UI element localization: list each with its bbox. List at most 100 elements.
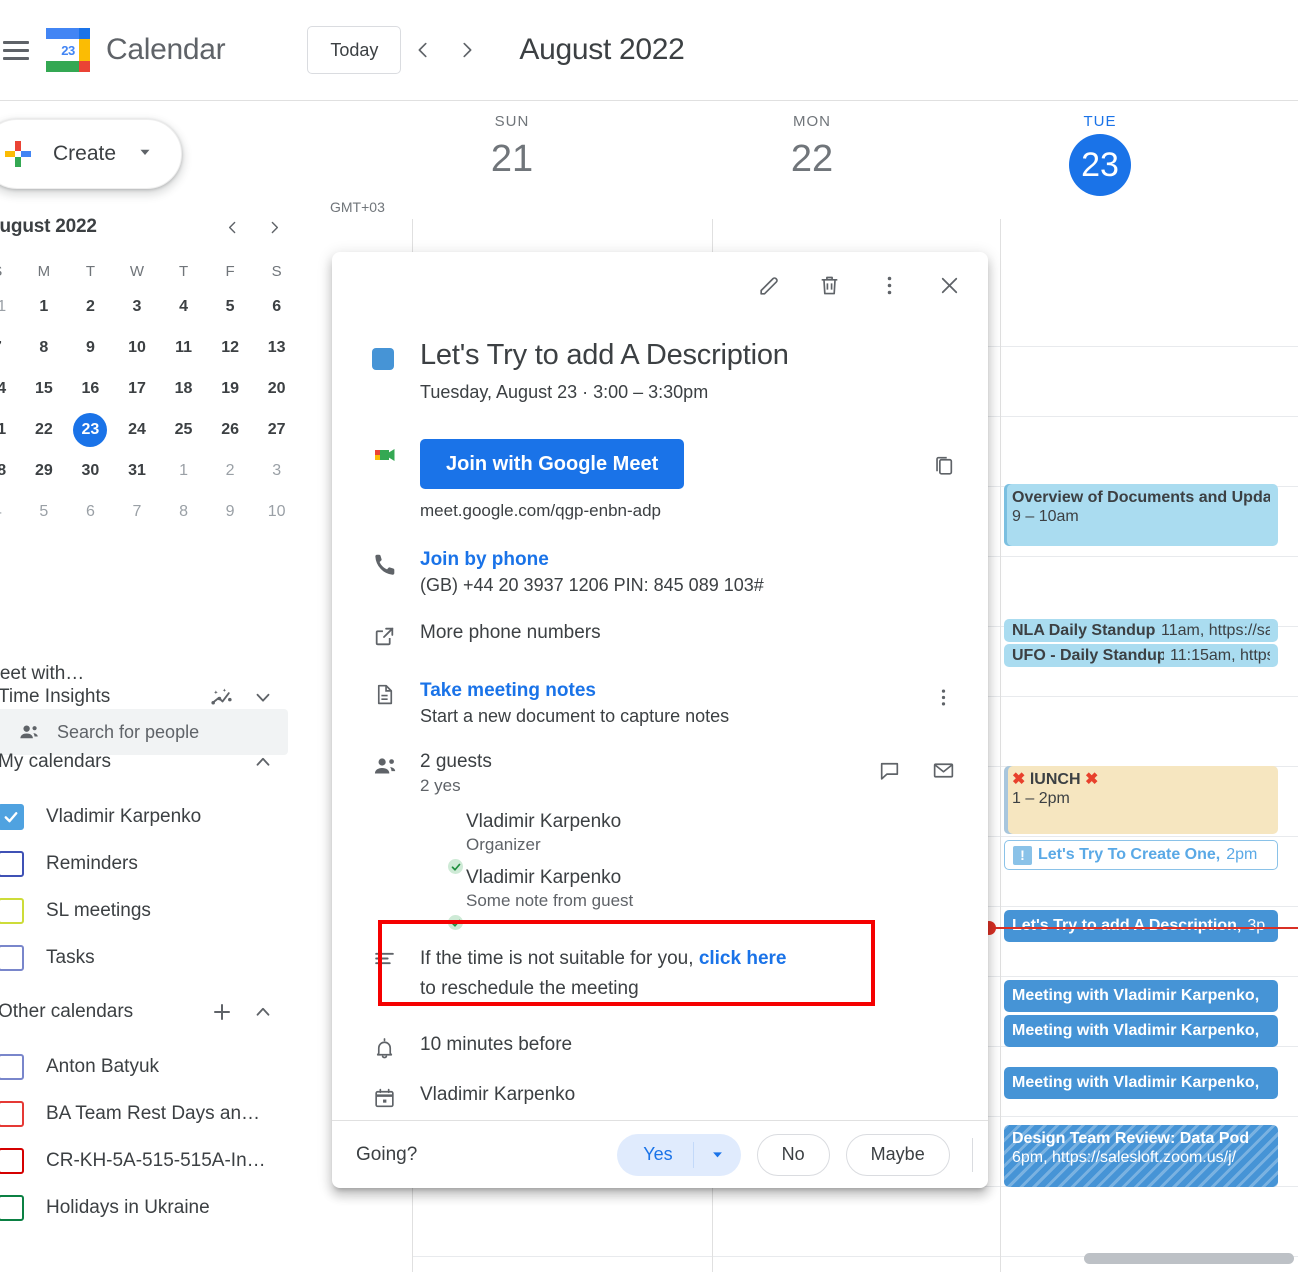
calendar-checkbox[interactable]	[0, 803, 24, 830]
mini-calendar-next-button[interactable]	[260, 213, 288, 241]
event-block[interactable]: Meeting with Vladimir Karpenko,	[1004, 1015, 1278, 1047]
mini-calendar-day[interactable]: 10	[260, 495, 294, 529]
other-calendar-item[interactable]: Holidays in Ukraine	[0, 1184, 288, 1231]
other-calendars-section[interactable]: Other calendars	[0, 992, 286, 1032]
rsvp-yes-caret-icon[interactable]	[694, 1147, 741, 1162]
mini-calendar-day[interactable]: 4	[167, 290, 201, 324]
mini-calendar-day[interactable]: 31	[0, 290, 14, 324]
today-button[interactable]: Today	[307, 26, 402, 74]
join-by-phone-link[interactable]: Join by phone	[420, 549, 960, 571]
mini-calendar-day[interactable]: 7	[0, 331, 14, 365]
calendar-checkbox[interactable]	[0, 944, 24, 971]
mini-calendar-day[interactable]: 8	[167, 495, 201, 529]
next-period-button[interactable]	[445, 28, 489, 72]
time-insights-section[interactable]: Time Insights	[0, 677, 286, 717]
event-block[interactable]: Overview of Documents and Upda 9 – 10am	[1004, 484, 1278, 546]
day-header-mon[interactable]: MON 22	[712, 113, 912, 182]
mini-calendar-day[interactable]: 2	[213, 454, 247, 488]
previous-period-button[interactable]	[401, 28, 445, 72]
calendar-checkbox[interactable]	[0, 1100, 24, 1127]
mini-calendar-day[interactable]: 17	[120, 372, 154, 406]
mini-calendar-day[interactable]: 11	[167, 331, 201, 365]
delete-event-button[interactable]	[812, 268, 846, 302]
more-phone-numbers-row[interactable]: More phone numbers	[372, 622, 960, 654]
mini-calendar-day[interactable]: 9	[213, 495, 247, 529]
mini-calendar-day[interactable]: 1	[27, 290, 61, 324]
calendar-checkbox[interactable]	[0, 1147, 24, 1174]
event-block[interactable]: UFO - Daily Standup, 11:15am, https	[1004, 644, 1278, 667]
mini-calendar-day[interactable]: 5	[213, 290, 247, 324]
mini-calendar-day[interactable]: 29	[27, 454, 61, 488]
mini-calendar-day[interactable]: 6	[73, 495, 107, 529]
calendar-checkbox[interactable]	[0, 850, 24, 877]
event-block[interactable]: NLA Daily Standup, 11am, https://sa	[1004, 619, 1278, 642]
mini-calendar-day[interactable]: 14	[0, 372, 14, 406]
mini-calendar-day[interactable]: 10	[120, 331, 154, 365]
mini-calendar-day[interactable]: 15	[27, 372, 61, 406]
insights-chart-icon[interactable]	[209, 685, 234, 710]
rsvp-no-button[interactable]: No	[756, 1133, 830, 1176]
mini-calendar-day[interactable]: 19	[213, 372, 247, 406]
chevron-down-icon[interactable]	[136, 143, 154, 166]
mini-calendar-day[interactable]: 3	[120, 290, 154, 324]
my-calendar-item[interactable]: Reminders	[0, 840, 288, 887]
my-calendar-item[interactable]: Vladimir Karpenko	[0, 793, 288, 840]
mini-calendar-day[interactable]: 23	[73, 412, 108, 447]
mini-calendar-day[interactable]: 2	[73, 290, 107, 324]
calendar-checkbox[interactable]	[0, 1194, 24, 1221]
other-calendar-item[interactable]: Anton Batyuk	[0, 1043, 288, 1090]
mini-calendar-day[interactable]: 3	[260, 454, 294, 488]
mini-calendar-prev-button[interactable]	[218, 213, 246, 241]
other-calendar-item[interactable]: BA Team Rest Days and R…	[0, 1090, 288, 1137]
my-calendars-collapse-icon[interactable]	[252, 751, 274, 773]
envelope-icon[interactable]	[926, 753, 960, 787]
mini-calendar-day[interactable]: 13	[260, 331, 294, 365]
vertical-scrollbar[interactable]	[1084, 1253, 1294, 1264]
mini-calendar-day[interactable]: 9	[73, 331, 107, 365]
event-block-selected[interactable]: Let's Try to add A Description, 3p	[1004, 910, 1278, 942]
close-popup-button[interactable]	[932, 268, 966, 302]
my-calendars-section[interactable]: My calendars	[0, 742, 286, 782]
edit-event-button[interactable]	[752, 268, 786, 302]
mini-calendar-day[interactable]: 30	[73, 454, 107, 488]
time-insights-collapse-icon[interactable]	[252, 686, 274, 708]
create-button[interactable]: Create	[0, 119, 182, 189]
event-block[interactable]: Design Team Review: Data Pod 6pm, https:…	[1004, 1125, 1278, 1187]
mini-calendar-day[interactable]: 8	[27, 331, 61, 365]
event-block[interactable]: Meeting with Vladimir Karpenko,	[1004, 1067, 1278, 1099]
add-other-calendar-icon[interactable]	[210, 1000, 234, 1024]
day-header-sun[interactable]: SUN 21	[412, 113, 612, 182]
day-header-tue[interactable]: TUE 23	[1000, 113, 1200, 196]
guest-list-item[interactable]: Vladimir Karpenko Some note from guest	[420, 866, 872, 932]
mini-calendar-day[interactable]: 16	[73, 372, 107, 406]
my-calendar-item[interactable]: Tasks	[0, 934, 288, 981]
reschedule-link[interactable]: click here	[699, 948, 787, 969]
mini-calendar-day[interactable]: 1	[167, 454, 201, 488]
rsvp-expand-button[interactable]	[981, 1133, 988, 1177]
chat-bubble-icon[interactable]	[872, 753, 906, 787]
join-with-google-meet-button[interactable]: Join with Google Meet	[420, 439, 685, 489]
mini-calendar-day[interactable]: 12	[213, 331, 247, 365]
meeting-notes-menu-button[interactable]	[926, 680, 960, 714]
hamburger-icon[interactable]	[0, 26, 40, 74]
mini-calendar-day[interactable]: 21	[0, 413, 14, 447]
mini-calendar-day[interactable]: 28	[0, 454, 14, 488]
mini-calendar-day[interactable]: 18	[167, 372, 201, 406]
calendar-checkbox[interactable]	[0, 1053, 24, 1080]
mini-calendar-day[interactable]: 20	[260, 372, 294, 406]
mini-calendar-day[interactable]: 7	[120, 495, 154, 529]
rsvp-yes-button[interactable]: Yes	[617, 1133, 741, 1176]
event-block[interactable]: Meeting with Vladimir Karpenko,	[1004, 980, 1278, 1012]
mini-calendar-day[interactable]: 4	[0, 495, 14, 529]
mini-calendar-day[interactable]: 31	[120, 454, 154, 488]
event-block[interactable]: ! Let's Try To Create One, 2pm	[1004, 840, 1278, 870]
other-calendar-item[interactable]: CR-KH-5A-515-515A-Interv…	[0, 1137, 288, 1184]
mini-calendar-day[interactable]: 25	[167, 413, 201, 447]
mini-calendar-day[interactable]: 26	[213, 413, 247, 447]
mini-calendar-day[interactable]: 22	[27, 413, 61, 447]
my-calendar-item[interactable]: SL meetings	[0, 887, 288, 934]
more-options-button[interactable]	[872, 268, 906, 302]
rsvp-maybe-button[interactable]: Maybe	[845, 1133, 950, 1176]
calendar-checkbox[interactable]	[0, 897, 24, 924]
mini-calendar-day[interactable]: 27	[260, 413, 294, 447]
